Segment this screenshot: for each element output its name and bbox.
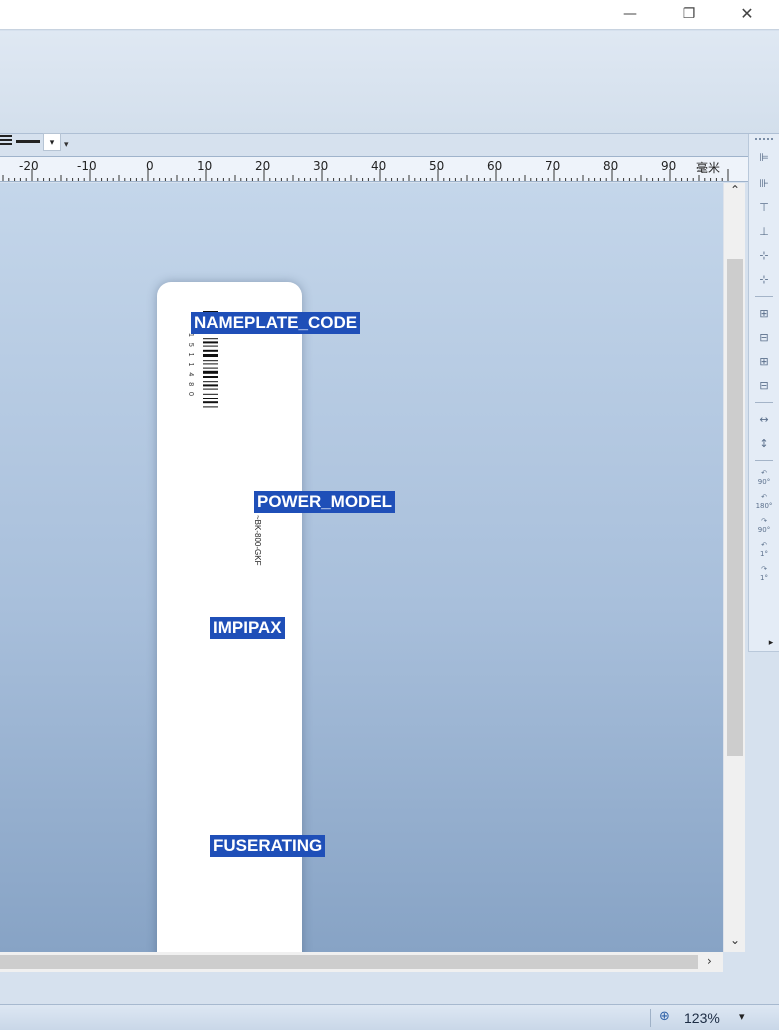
align-left-icon[interactable]: ⊫ [754,148,774,168]
scroll-right-icon[interactable]: › [707,954,712,968]
barcode-bar [203,341,218,344]
barcode-bar [203,370,218,374]
field-fuserating[interactable]: FUSERATING [210,835,326,857]
barcode-bar [203,345,218,347]
barcode-bar [203,360,218,362]
ruler-label: 0 [146,159,154,173]
field-power-model[interactable]: POWER_MODEL [254,491,396,513]
horizontal-scrollbar[interactable]: › [0,952,723,972]
rotate-left-90-icon[interactable]: ↶ 90° [754,468,774,488]
ruler-label: 60 [487,159,503,173]
center-page-horizontal-icon[interactable]: ⊞ [754,352,774,372]
barcode-bar [203,398,218,399]
ruler-unit: 毫米 [696,161,721,175]
dash-style-icon [16,140,40,143]
scroll-up-icon[interactable]: ⌃ [730,183,740,197]
design-canvas[interactable]: 1 5 1 1 4 8 0 NAMEPLATE_CODE POWER_MODEL… [0,183,723,952]
barcode-bar [203,401,218,404]
barcode-bar [203,406,218,408]
barcode-bar [203,376,218,378]
align-top-icon[interactable]: ⊤ [754,198,774,218]
barcode-bar [203,338,218,340]
barcode-digits: 1 5 1 1 4 8 0 [187,333,194,398]
zoom-dropdown-icon[interactable]: ▾ [739,1010,745,1023]
line-style-dropdown[interactable]: ▾ [43,133,61,151]
scroll-down-icon[interactable]: ⌄ [730,933,740,947]
center-page-vertical-icon[interactable]: ⊟ [754,376,774,396]
ruler-label: 10 [197,159,213,173]
line-style-control[interactable]: ▾ ▾ [0,129,80,155]
center-horizontal-icon[interactable]: ⊹ [754,246,774,266]
toolbar-grip[interactable] [755,138,773,141]
distribute-horizontal-icon[interactable]: ⊞ [754,304,774,324]
rotate-left-1-icon[interactable]: ↶ 1° [754,540,774,560]
close-button[interactable]: ✕ [725,0,769,30]
ruler-label: 20 [255,159,271,173]
rotate-right-1-icon[interactable]: ↷ 1° [754,564,774,584]
field-nameplate-code[interactable]: NAMEPLATE_CODE [191,312,361,334]
rotate-180-icon[interactable]: ↶ 180° [754,492,774,512]
ruler-label: -10 [77,159,97,173]
barcode-bar [203,381,218,383]
status-separator [650,1009,651,1027]
ruler-label: -20 [19,159,39,173]
rotate-right-90-icon[interactable]: ↷ 90° [754,516,774,536]
align-right-icon[interactable]: ⊪ [754,174,774,194]
model-text[interactable]: ~BK-800-GKF [253,515,262,565]
zoom-level[interactable]: 123% [684,1010,720,1026]
horizontal-ruler: -20 -10 0 10 20 30 40 50 60 70 80 90 毫米 [0,156,748,182]
toolbar-overflow-icon[interactable]: ▾ [64,139,69,150]
toolbar-separator [755,296,773,297]
barcode-bar [203,367,218,369]
same-height-icon[interactable]: ↕ [754,434,774,454]
workspace-footer [0,972,748,1004]
ruler-label: 40 [371,159,387,173]
vertical-scrollbar[interactable]: ⌃ ⌄ [723,183,745,952]
toolbar-expand-icon[interactable]: ▸ [765,637,777,649]
barcode-bar [203,388,218,390]
title-bar: — ❐ ✕ [0,0,779,30]
minimize-button[interactable]: — [608,0,652,30]
ruler-label: 30 [313,159,329,173]
toolbar-separator [755,402,773,403]
barcode-bar [203,384,218,387]
ribbon: ▾ ▾ [0,31,779,151]
ruler-label: 90 [661,159,677,173]
align-bottom-icon[interactable]: ⊥ [754,222,774,242]
ruler-label: 80 [603,159,619,173]
barcode-bar [203,354,218,357]
zoom-icon[interactable]: ⊕ [659,1009,675,1025]
same-width-icon[interactable]: ↔ [754,410,774,430]
status-bar: ⊕ 123% ▾ [0,1004,779,1030]
restore-button[interactable]: ❐ [667,0,711,30]
vertical-scroll-thumb[interactable] [727,259,743,756]
barcode-bar [203,363,218,365]
barcode-bar [203,349,218,352]
line-weight-icon [0,135,12,149]
toolbar-separator [755,460,773,461]
center-vertical-icon[interactable]: ⊹ [754,270,774,290]
field-impipax[interactable]: IMPIPAX [210,617,285,639]
ruler-label: 50 [429,159,445,173]
alignment-toolbar: ⊫ ⊪ ⊤ ⊥ ⊹ ⊹ ⊞ ⊟ ⊞ ⊟ ↔ ↕ ↶ 90° ↶ 180° ↷ 90° … [748,134,779,652]
ruler-label: 70 [545,159,561,173]
barcode-bar [203,393,218,395]
distribute-vertical-icon[interactable]: ⊟ [754,328,774,348]
horizontal-scroll-thumb[interactable] [0,955,698,969]
